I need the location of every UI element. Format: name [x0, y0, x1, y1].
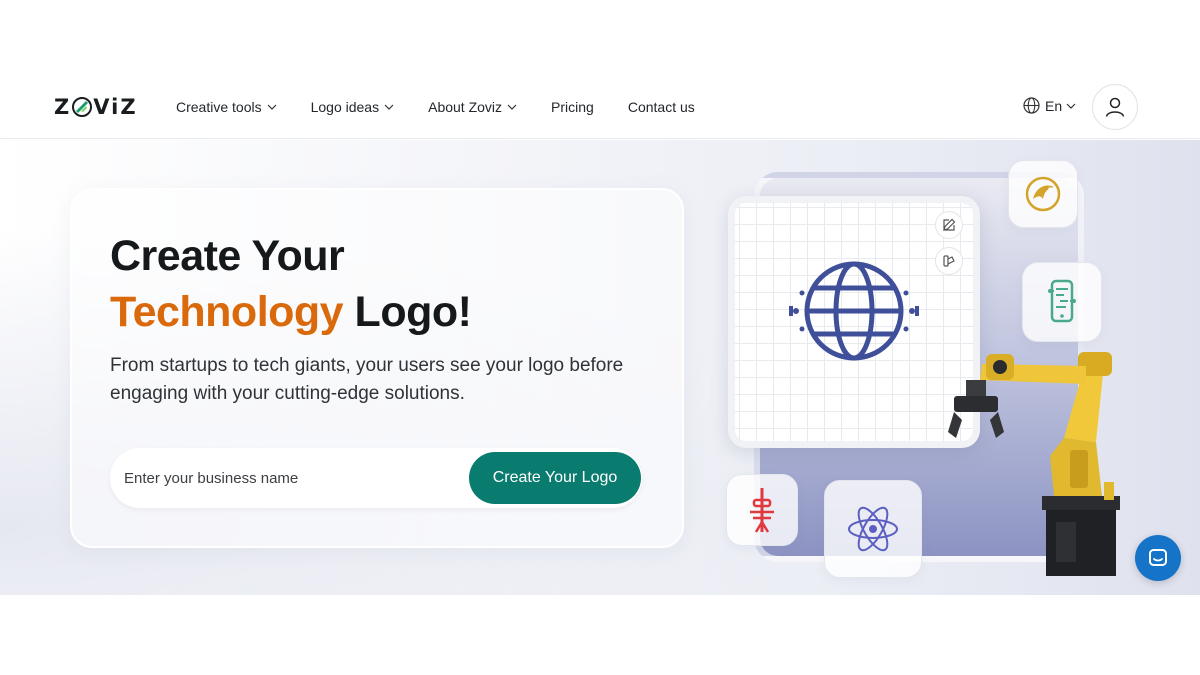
hero-title-accent: Technology [110, 288, 344, 336]
logo-mark-icon [72, 97, 93, 117]
edit-button[interactable] [935, 211, 963, 239]
hero-title-rest: Logo! [343, 288, 472, 336]
nav-about-zoviz[interactable]: About Zoviz [428, 99, 517, 115]
nav-label: Pricing [551, 99, 594, 115]
logo-text-right: ViZ [93, 95, 138, 119]
style-button[interactable] [935, 247, 963, 275]
atom-icon [848, 506, 898, 552]
account-button[interactable] [1092, 84, 1138, 130]
hero-title-line1: Create Your [110, 232, 345, 280]
chat-icon [1149, 549, 1167, 566]
nav-label: Logo ideas [310, 99, 380, 115]
nav-label: Creative tools [176, 99, 262, 115]
business-name-form: Create Your Logo [110, 448, 642, 508]
create-logo-button[interactable]: Create Your Logo [469, 452, 641, 504]
bird-logo-tile [1008, 160, 1078, 228]
language-selector[interactable]: En [1023, 97, 1076, 114]
business-name-input[interactable] [124, 458, 454, 498]
chevron-down-icon [507, 104, 517, 110]
zoviz-logo[interactable]: Z ViZ [54, 95, 138, 119]
tower-logo-tile [726, 474, 798, 546]
nav-label: Contact us [627, 99, 695, 115]
edit-icon [943, 218, 956, 231]
language-label: En [1045, 97, 1063, 114]
main-nav: Creative tools Logo ideas About Zoviz Pr… [176, 75, 729, 139]
hero-title: Create Your Technology Logo! [110, 228, 472, 340]
palette-icon [943, 255, 955, 267]
atom-tile [824, 480, 922, 578]
hero-illustration [720, 140, 1200, 595]
chevron-down-icon [384, 104, 394, 110]
site-header: Z ViZ Creative tools Logo ideas About Zo… [0, 75, 1200, 139]
phone-chip-tile [1022, 262, 1102, 342]
logo-canvas [728, 196, 980, 448]
tower-logo-icon [750, 488, 774, 533]
phone-chip-icon [1048, 279, 1076, 323]
chat-widget-button[interactable] [1135, 535, 1181, 581]
nav-contact-us[interactable]: Contact us [628, 99, 695, 115]
globe-icon [1023, 97, 1040, 114]
nav-pricing[interactable]: Pricing [551, 99, 594, 115]
logo-text-left: Z [54, 95, 72, 119]
hero-description: From startups to tech giants, your users… [110, 355, 624, 404]
nav-label: About Zoviz [428, 99, 503, 115]
user-icon [1105, 97, 1125, 117]
hero-section: Create Your Technology Logo! From startu… [0, 140, 1200, 595]
chevron-down-icon [1066, 103, 1076, 109]
bird-logo-icon [1025, 176, 1061, 212]
globe-icon [789, 261, 919, 361]
nav-creative-tools[interactable]: Creative tools [176, 99, 277, 115]
nav-logo-ideas[interactable]: Logo ideas [311, 99, 395, 115]
page: Z ViZ Creative tools Logo ideas About Zo… [0, 0, 1200, 675]
chevron-down-icon [267, 104, 277, 110]
robotic-arm-illustration [948, 352, 1120, 576]
